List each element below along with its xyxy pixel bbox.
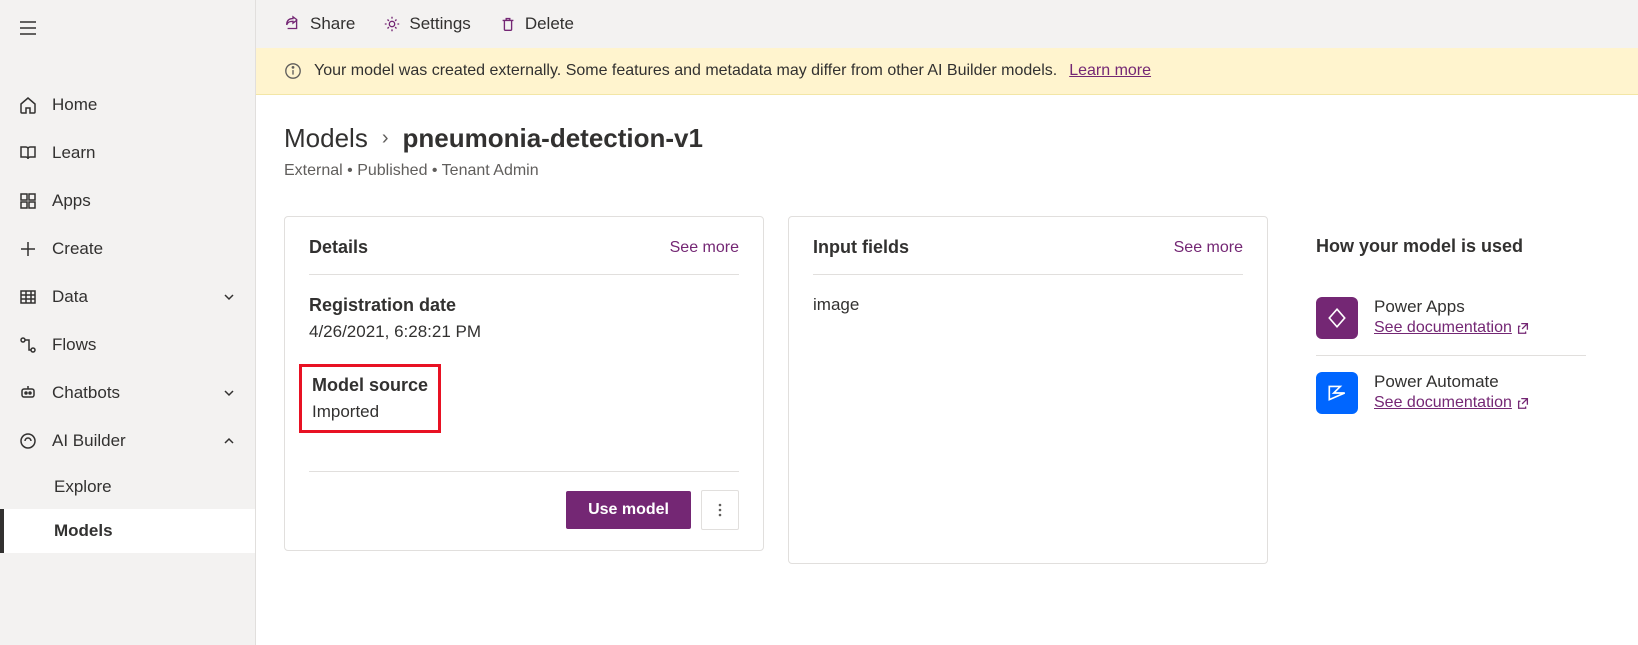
usage-panel: How your model is used Power Apps See do… <box>1292 216 1610 450</box>
main-content: Share Settings Delete Your model was cre… <box>256 0 1638 645</box>
delete-label: Delete <box>525 14 574 34</box>
power-automate-label: Power Automate <box>1374 372 1530 392</box>
details-card: Details See more Registration date 4/26/… <box>284 216 764 551</box>
input-field-item: image <box>813 295 1243 315</box>
sidebar-sub-models[interactable]: Models <box>0 509 255 553</box>
info-text: Your model was created externally. Some … <box>314 62 1057 80</box>
chevron-up-icon <box>221 433 237 449</box>
sidebar-item-label: Chatbots <box>52 383 120 403</box>
sidebar-item-label: Apps <box>52 191 91 211</box>
input-see-more-link[interactable]: See more <box>1174 239 1243 257</box>
sidebar-item-label: Create <box>52 239 103 259</box>
registration-date-value: 4/26/2021, 6:28:21 PM <box>309 322 739 342</box>
chatbot-icon <box>18 383 38 403</box>
breadcrumb-models[interactable]: Models <box>284 123 368 154</box>
sidebar-item-label: AI Builder <box>52 431 126 451</box>
usage-item-power-automate: Power Automate See documentation <box>1316 356 1586 430</box>
sidebar-item-label: Data <box>52 287 88 307</box>
plus-icon <box>18 239 38 259</box>
usage-item-power-apps: Power Apps See documentation <box>1316 281 1586 356</box>
share-icon <box>284 15 302 33</box>
sidebar-item-home[interactable]: Home <box>0 81 255 129</box>
learn-more-link[interactable]: Learn more <box>1069 62 1151 80</box>
sidebar-item-chatbots[interactable]: Chatbots <box>0 369 255 417</box>
input-fields-title: Input fields <box>813 237 909 258</box>
sidebar: Home Learn Apps Create Data Flows <box>0 0 256 645</box>
hamburger-button[interactable] <box>0 0 255 61</box>
model-source-highlight: Model source Imported <box>299 364 441 433</box>
sidebar-item-label: Flows <box>52 335 96 355</box>
use-model-button[interactable]: Use model <box>566 491 691 529</box>
chevron-down-icon <box>221 385 237 401</box>
power-apps-label: Power Apps <box>1374 297 1530 317</box>
sidebar-item-apps[interactable]: Apps <box>0 177 255 225</box>
menu-icon <box>18 18 38 38</box>
sidebar-sub-explore[interactable]: Explore <box>0 465 255 509</box>
external-link-icon <box>1516 396 1530 410</box>
details-see-more-link[interactable]: See more <box>670 239 739 257</box>
model-source-value: Imported <box>312 402 428 422</box>
power-apps-doc-link[interactable]: See documentation <box>1374 319 1530 337</box>
power-automate-doc-link[interactable]: See documentation <box>1374 394 1530 412</box>
more-actions-button[interactable] <box>701 490 739 530</box>
book-icon <box>18 143 38 163</box>
breadcrumb: Models › pneumonia-detection-v1 <box>284 123 1610 154</box>
breadcrumb-current: pneumonia-detection-v1 <box>403 123 703 154</box>
settings-button[interactable]: Settings <box>383 14 470 34</box>
share-label: Share <box>310 14 355 34</box>
external-link-icon <box>1516 321 1530 335</box>
power-automate-icon <box>1316 372 1358 414</box>
flow-icon <box>18 335 38 355</box>
input-fields-card: Input fields See more image <box>788 216 1268 564</box>
sidebar-item-learn[interactable]: Learn <box>0 129 255 177</box>
model-source-label: Model source <box>312 375 428 396</box>
chevron-down-icon <box>221 289 237 305</box>
settings-label: Settings <box>409 14 470 34</box>
ai-builder-icon <box>18 431 38 451</box>
sidebar-item-label: Home <box>52 95 97 115</box>
sidebar-item-ai-builder[interactable]: AI Builder <box>0 417 255 465</box>
home-icon <box>18 95 38 115</box>
sidebar-item-create[interactable]: Create <box>0 225 255 273</box>
delete-button[interactable]: Delete <box>499 14 574 34</box>
model-meta: External • Published • Tenant Admin <box>284 162 1610 180</box>
sidebar-item-flows[interactable]: Flows <box>0 321 255 369</box>
registration-date-label: Registration date <box>309 295 739 316</box>
info-icon <box>284 62 302 80</box>
table-icon <box>18 287 38 307</box>
sidebar-item-label: Learn <box>52 143 95 163</box>
usage-title: How your model is used <box>1316 236 1586 257</box>
toolbar: Share Settings Delete <box>256 0 1638 48</box>
power-apps-icon <box>1316 297 1358 339</box>
grid-icon <box>18 191 38 211</box>
chevron-right-icon: › <box>382 127 389 150</box>
more-vertical-icon <box>712 502 728 518</box>
trash-icon <box>499 15 517 33</box>
gear-icon <box>383 15 401 33</box>
sidebar-item-data[interactable]: Data <box>0 273 255 321</box>
share-button[interactable]: Share <box>284 14 355 34</box>
details-title: Details <box>309 237 368 258</box>
info-bar: Your model was created externally. Some … <box>256 48 1638 95</box>
